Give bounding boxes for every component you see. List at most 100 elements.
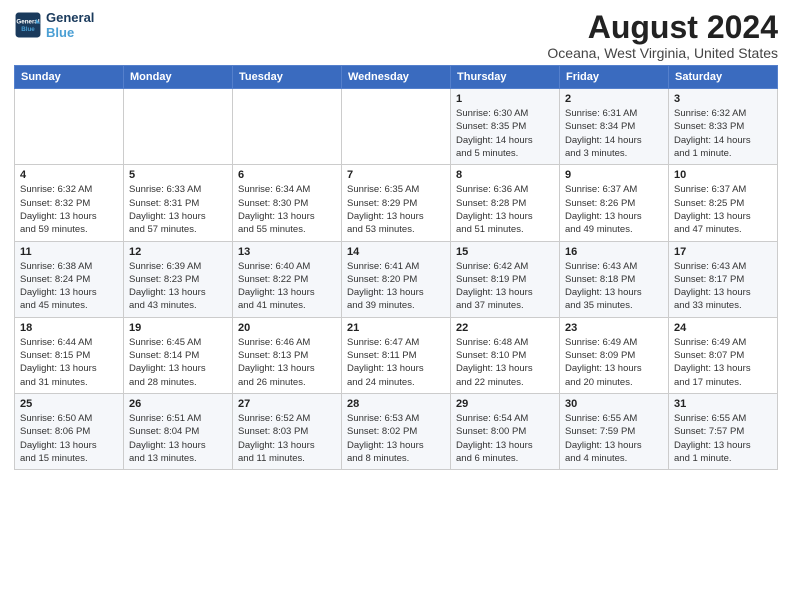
day-info: Sunrise: 6:55 AMSunset: 7:59 PMDaylight:… xyxy=(565,412,663,465)
calendar-cell: 8Sunrise: 6:36 AMSunset: 8:28 PMDaylight… xyxy=(451,165,560,241)
day-number: 19 xyxy=(129,322,227,334)
calendar-cell: 5 Sunrise: 6:33 AMSunset: 8:31 PMDaylight… xyxy=(124,165,233,241)
day-info: Sunrise: 6:48 AMSunset: 8:10 PMDaylight:… xyxy=(456,336,554,389)
day-number: 24 xyxy=(674,322,772,334)
calendar-cell: 30 Sunrise: 6:55 AMSunset: 7:59 PMDayligh… xyxy=(560,393,669,469)
calendar-cell: 17Sunrise: 6:43 AMSunset: 8:17 PMDayligh… xyxy=(669,241,778,317)
day-info: Sunrise: 6:49 AMSunset: 8:09 PMDaylight:… xyxy=(565,336,663,389)
calendar-cell: 31Sunrise: 6:55 AMSunset: 7:57 PMDayligh… xyxy=(669,393,778,469)
weekday-header-sunday: Sunday xyxy=(15,66,124,89)
weekday-header-friday: Friday xyxy=(560,66,669,89)
weekday-header-thursday: Thursday xyxy=(451,66,560,89)
day-number: 18 xyxy=(20,322,118,334)
day-info: Sunrise: 6:38 AMSunset: 8:24 PMDaylight:… xyxy=(20,260,118,313)
calendar-cell: 13Sunrise: 6:40 AMSunset: 8:22 PMDayligh… xyxy=(233,241,342,317)
calendar-cell: 24Sunrise: 6:49 AMSunset: 8:07 PMDayligh… xyxy=(669,317,778,393)
calendar-cell: 16 Sunrise: 6:43 AMSunset: 8:18 PMDayligh… xyxy=(560,241,669,317)
day-number: 5 xyxy=(129,169,227,181)
calendar-cell: 21 Sunrise: 6:47 AMSunset: 8:11 PMDayligh… xyxy=(342,317,451,393)
weekday-header-monday: Monday xyxy=(124,66,233,89)
calendar-cell: 6 Sunrise: 6:34 AMSunset: 8:30 PMDaylight… xyxy=(233,165,342,241)
day-number: 27 xyxy=(238,398,336,410)
day-number: 31 xyxy=(674,398,772,410)
day-number: 28 xyxy=(347,398,445,410)
day-number: 30 xyxy=(565,398,663,410)
calendar-cell xyxy=(124,89,233,165)
day-info: Sunrise: 6:44 AMSunset: 8:15 PMDaylight:… xyxy=(20,336,118,389)
week-row-3: 11 Sunrise: 6:38 AMSunset: 8:24 PMDayligh… xyxy=(15,241,778,317)
day-info: Sunrise: 6:50 AMSunset: 8:06 PMDaylight:… xyxy=(20,412,118,465)
svg-text:Blue: Blue xyxy=(21,26,35,33)
day-number: 14 xyxy=(347,246,445,258)
header: General Blue General Blue August 2024 Oc… xyxy=(14,10,778,61)
day-info: Sunrise: 6:32 AMSunset: 8:32 PMDaylight:… xyxy=(20,183,118,236)
day-info: Sunrise: 6:54 AMSunset: 8:00 PMDaylight:… xyxy=(456,412,554,465)
calendar-cell: 7Sunrise: 6:35 AMSunset: 8:29 PMDaylight… xyxy=(342,165,451,241)
day-number: 25 xyxy=(20,398,118,410)
day-info: Sunrise: 6:40 AMSunset: 8:22 PMDaylight:… xyxy=(238,260,336,313)
day-number: 21 xyxy=(347,322,445,334)
day-number: 7 xyxy=(347,169,445,181)
calendar-cell: 14 Sunrise: 6:41 AMSunset: 8:20 PMDayligh… xyxy=(342,241,451,317)
day-number: 16 xyxy=(565,246,663,258)
day-number: 3 xyxy=(674,93,772,105)
day-info: Sunrise: 6:42 AMSunset: 8:19 PMDaylight:… xyxy=(456,260,554,313)
calendar-cell: 12Sunrise: 6:39 AMSunset: 8:23 PMDayligh… xyxy=(124,241,233,317)
day-number: 2 xyxy=(565,93,663,105)
day-number: 29 xyxy=(456,398,554,410)
calendar-cell: 22 Sunrise: 6:48 AMSunset: 8:10 PMDayligh… xyxy=(451,317,560,393)
day-info: Sunrise: 6:34 AMSunset: 8:30 PMDaylight:… xyxy=(238,183,336,236)
calendar-cell: 15Sunrise: 6:42 AMSunset: 8:19 PMDayligh… xyxy=(451,241,560,317)
day-number: 12 xyxy=(129,246,227,258)
calendar-cell: 9 Sunrise: 6:37 AMSunset: 8:26 PMDaylight… xyxy=(560,165,669,241)
calendar-cell xyxy=(342,89,451,165)
calendar-cell xyxy=(15,89,124,165)
day-info: Sunrise: 6:43 AMSunset: 8:18 PMDaylight:… xyxy=(565,260,663,313)
week-row-1: 1Sunrise: 6:30 AMSunset: 8:35 PMDaylight… xyxy=(15,89,778,165)
calendar-cell: 25 Sunrise: 6:50 AMSunset: 8:06 PMDayligh… xyxy=(15,393,124,469)
calendar-cell: 10 Sunrise: 6:37 AMSunset: 8:25 PMDayligh… xyxy=(669,165,778,241)
day-number: 26 xyxy=(129,398,227,410)
week-row-4: 18 Sunrise: 6:44 AMSunset: 8:15 PMDayligh… xyxy=(15,317,778,393)
calendar-cell: 18 Sunrise: 6:44 AMSunset: 8:15 PMDayligh… xyxy=(15,317,124,393)
week-row-5: 25 Sunrise: 6:50 AMSunset: 8:06 PMDayligh… xyxy=(15,393,778,469)
calendar-cell xyxy=(233,89,342,165)
calendar-cell: 4Sunrise: 6:32 AMSunset: 8:32 PMDaylight… xyxy=(15,165,124,241)
day-number: 22 xyxy=(456,322,554,334)
day-info: Sunrise: 6:37 AMSunset: 8:26 PMDaylight:… xyxy=(565,183,663,236)
day-info: Sunrise: 6:46 AMSunset: 8:13 PMDaylight:… xyxy=(238,336,336,389)
day-info: Sunrise: 6:31 AMSunset: 8:34 PMDaylight:… xyxy=(565,107,663,160)
day-info: Sunrise: 6:53 AMSunset: 8:02 PMDaylight:… xyxy=(347,412,445,465)
logo-text: General Blue xyxy=(46,10,94,40)
week-row-2: 4Sunrise: 6:32 AMSunset: 8:32 PMDaylight… xyxy=(15,165,778,241)
page-container: General Blue General Blue August 2024 Oc… xyxy=(0,0,792,478)
day-number: 23 xyxy=(565,322,663,334)
calendar-cell: 29 Sunrise: 6:54 AMSunset: 8:00 PMDayligh… xyxy=(451,393,560,469)
calendar-cell: 19 Sunrise: 6:45 AMSunset: 8:14 PMDayligh… xyxy=(124,317,233,393)
calendar-cell: 3 Sunrise: 6:32 AMSunset: 8:33 PMDaylight… xyxy=(669,89,778,165)
day-info: Sunrise: 6:47 AMSunset: 8:11 PMDaylight:… xyxy=(347,336,445,389)
day-info: Sunrise: 6:43 AMSunset: 8:17 PMDaylight:… xyxy=(674,260,772,313)
day-info: Sunrise: 6:41 AMSunset: 8:20 PMDaylight:… xyxy=(347,260,445,313)
day-info: Sunrise: 6:52 AMSunset: 8:03 PMDaylight:… xyxy=(238,412,336,465)
day-info: Sunrise: 6:33 AMSunset: 8:31 PMDaylight:… xyxy=(129,183,227,236)
calendar-cell: 2 Sunrise: 6:31 AMSunset: 8:34 PMDaylight… xyxy=(560,89,669,165)
day-number: 11 xyxy=(20,246,118,258)
day-number: 9 xyxy=(565,169,663,181)
day-info: Sunrise: 6:37 AMSunset: 8:25 PMDaylight:… xyxy=(674,183,772,236)
calendar-cell: 11 Sunrise: 6:38 AMSunset: 8:24 PMDayligh… xyxy=(15,241,124,317)
day-number: 10 xyxy=(674,169,772,181)
calendar-cell: 20 Sunrise: 6:46 AMSunset: 8:13 PMDayligh… xyxy=(233,317,342,393)
calendar-cell: 23 Sunrise: 6:49 AMSunset: 8:09 PMDayligh… xyxy=(560,317,669,393)
weekday-header-row: SundayMondayTuesdayWednesdayThursdayFrid… xyxy=(15,66,778,89)
calendar-cell: 28 Sunrise: 6:53 AMSunset: 8:02 PMDayligh… xyxy=(342,393,451,469)
weekday-header-wednesday: Wednesday xyxy=(342,66,451,89)
day-number: 1 xyxy=(456,93,554,105)
title-block: August 2024 Oceana, West Virginia, Unite… xyxy=(547,10,778,61)
calendar-cell: 1Sunrise: 6:30 AMSunset: 8:35 PMDaylight… xyxy=(451,89,560,165)
day-number: 20 xyxy=(238,322,336,334)
day-info: Sunrise: 6:32 AMSunset: 8:33 PMDaylight:… xyxy=(674,107,772,160)
day-info: Sunrise: 6:45 AMSunset: 8:14 PMDaylight:… xyxy=(129,336,227,389)
logo-icon: General Blue xyxy=(14,11,42,39)
day-number: 6 xyxy=(238,169,336,181)
